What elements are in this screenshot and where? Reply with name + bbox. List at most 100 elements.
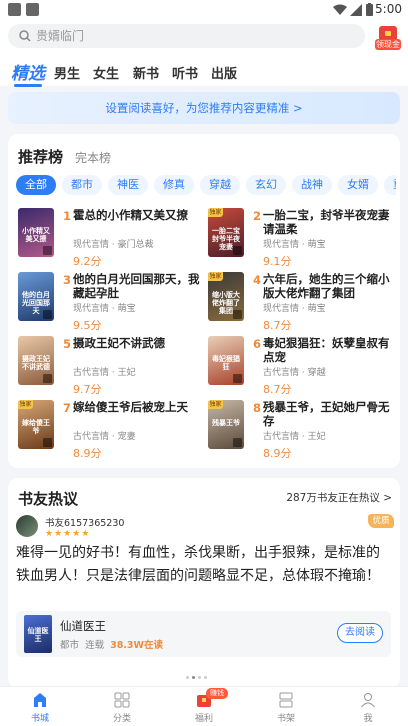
book-cover: 小作精又美又撩 [18,208,54,257]
book-title: 毒妃狠猖狂：妖孽皇叔有点宠 [263,336,390,364]
audio-icon [43,246,52,255]
exclusive-badge: 独家 [208,208,223,217]
status-bar: 5:00 [0,0,408,20]
shelf-icon [279,692,293,708]
book-title: 嫁给傻王爷后被宠上天 [73,400,188,414]
grid-icon [114,692,130,708]
book-score: 9.7分 [73,383,102,396]
tab-female[interactable]: 女生 [93,63,119,82]
audio-icon [43,438,52,447]
tab-male[interactable]: 男生 [54,63,80,82]
nav-bookshelf[interactable]: 书架 [256,687,316,726]
tab-completed-ranking[interactable]: 完本榜 [75,149,111,166]
rank-number: 7 [63,401,72,415]
book-genre: 现代言情 · 萌宝 [263,240,326,250]
cover-title: 残暴王爷 [212,419,240,427]
chip-fantasy[interactable]: 玄幻 [246,175,286,195]
read-button[interactable]: 去阅读 [337,623,383,643]
cover-title: 摄政王妃不讲武德 [22,355,50,371]
ranking-item[interactable]: 独家 残暴王爷 8 残暴王爷，王妃她尸骨无存 古代言情 · 王妃 8.9分 [208,400,396,460]
earn-badge: 赚钱 [206,688,228,699]
book-cover: 仙道医王 [24,615,52,653]
audio-icon [43,374,52,383]
clock: 5:00 [375,2,402,16]
ranking-item[interactable]: 毒妃狠猖狂 6 毒妃狠猖狂：妖孽皇叔有点宠 古代言情 · 穿越 8.7分 [208,336,396,396]
book-score: 8.9分 [73,447,102,460]
book-cover: 摄政王妃不讲武德 [18,336,54,385]
nav-categories[interactable]: 分类 [92,687,152,726]
book-status: 连载 [85,640,105,651]
tab-new-books[interactable]: 新书 [133,63,159,82]
discussion-more-link[interactable]: 287万书友正在热议 > [286,490,392,505]
avatar[interactable] [16,515,38,537]
nav-welfare[interactable]: 赚钱 福利 [174,687,234,726]
rating-stars: ★★★★★ [45,529,91,539]
nav-profile[interactable]: 我 [338,687,398,726]
username[interactable]: 书友6157365230 [45,515,124,529]
ranking-item[interactable]: 小作精又美又撩 1 霍总的小作精又美又撩 现代言情 · 豪门总裁 9.2分 [18,208,206,268]
nav-label: 分类 [112,714,131,724]
recommended-book[interactable]: 仙道医王 仙道医王 都市 连载 38.3W在读 去阅读 [16,611,391,657]
cover-title: 嫁给傻王爷 [22,419,50,435]
book-genre: 现代言情 · 豪门总裁 [73,240,154,250]
book-genre: 现代言情 · 萌宝 [263,304,326,314]
tab-recommended-ranking[interactable]: 推荐榜 [18,146,63,167]
rank-number: 4 [253,273,262,287]
book-meta: 都市 连载 38.3W在读 [60,637,163,651]
chip-war-god[interactable]: 战神 [292,175,332,195]
nav-label: 书城 [30,714,49,724]
comment-text[interactable]: 难得一见的好书！有血性，杀伐果断，出手狠辣，是标准的铁血男人！只是法律层面的问题… [16,542,391,588]
chip-cultivation[interactable]: 修真 [154,175,194,195]
audio-icon [233,438,242,447]
notification-icon [26,3,39,16]
chip-doctor[interactable]: 神医 [108,175,148,195]
book-cover: 独家 一胎二宝封爷半夜宠妻 [208,208,244,257]
home-icon [34,693,46,707]
book-title: 他的白月光回国那天，我藏起孕肚 [73,272,200,300]
readers-count: 38.3W在读 [110,640,163,651]
chip-all[interactable]: 全部 [16,175,56,195]
preference-banner[interactable]: 设置阅读喜好，为您推荐内容更精准 > [8,92,400,124]
nav-label: 福利 [194,714,213,724]
category-tabs: 精选 男生 女生 新书 听书 出版 [0,56,408,87]
book-title: 一胎二宝，封爷半夜宠妻请温柔 [263,208,390,236]
cash-bonus-button[interactable]: 领现金 [375,26,401,52]
nav-label: 书架 [276,714,295,724]
book-score: 8.7分 [263,319,292,332]
ranking-card: 推荐榜 完本榜 全部都市神医修真穿越玄幻战神女婿重生 小作精又美又撩 1 霍总的… [8,134,400,468]
nav-bookstore[interactable]: 书城 [10,687,70,726]
chip-rebirth[interactable]: 重生 [384,175,396,195]
exclusive-badge: 独家 [18,400,33,409]
book-genre: 现代言情 · 萌宝 [73,304,136,314]
ranking-item[interactable]: 独家 嫁给傻王爷 7 嫁给傻王爷后被宠上天 古代言情 · 宠妻 8.9分 [18,400,206,460]
book-score: 9.5分 [73,319,102,332]
cover-title: 小作精又美又撩 [22,227,50,243]
battery-icon [366,3,373,16]
ranking-item[interactable]: 独家 一胎二宝封爷半夜宠妻 2 一胎二宝，封爷半夜宠妻请温柔 现代言情 · 萌宝… [208,208,396,268]
book-genre: 古代言情 · 王妃 [73,368,136,378]
chip-urban[interactable]: 都市 [62,175,102,195]
exclusive-badge: 独家 [208,272,223,281]
chip-time-travel[interactable]: 穿越 [200,175,240,195]
cover-title: 毒妃狠猖狂 [212,355,240,371]
tab-published[interactable]: 出版 [211,63,237,82]
ranking-item[interactable]: 摄政王妃不讲武德 5 摄政王妃不讲武德 古代言情 · 王妃 9.7分 [18,336,206,396]
book-title: 六年后，她生的三个缩小版大佬炸翻了集团 [263,272,390,300]
rank-number: 5 [63,337,72,351]
ranking-item[interactable]: 独家 缩小版大佬炸翻了集团 4 六年后，她生的三个缩小版大佬炸翻了集团 现代言情… [208,272,396,332]
audio-icon [233,374,242,383]
chip-son-in-law[interactable]: 女婿 [338,175,378,195]
ranking-item[interactable]: 他的白月光回国那天 3 他的白月光回国那天，我藏起孕肚 现代言情 · 萌宝 9.… [18,272,206,332]
book-score: 9.2分 [73,255,102,268]
search-input[interactable]: 贵婿临门 [8,24,365,48]
tab-featured[interactable]: 精选 [11,59,45,87]
audio-icon [233,310,242,319]
wifi-icon [333,4,347,15]
nav-label: 我 [363,714,373,724]
bottom-nav: 书城 分类 赚钱 福利 书架 我 [0,686,408,726]
signal-icon [350,4,362,16]
genre-chips: 全部都市神医修真穿越玄幻战神女婿重生 [16,173,396,195]
rank-number: 2 [253,209,262,223]
person-icon [361,693,375,708]
tab-audiobooks[interactable]: 听书 [172,63,198,82]
